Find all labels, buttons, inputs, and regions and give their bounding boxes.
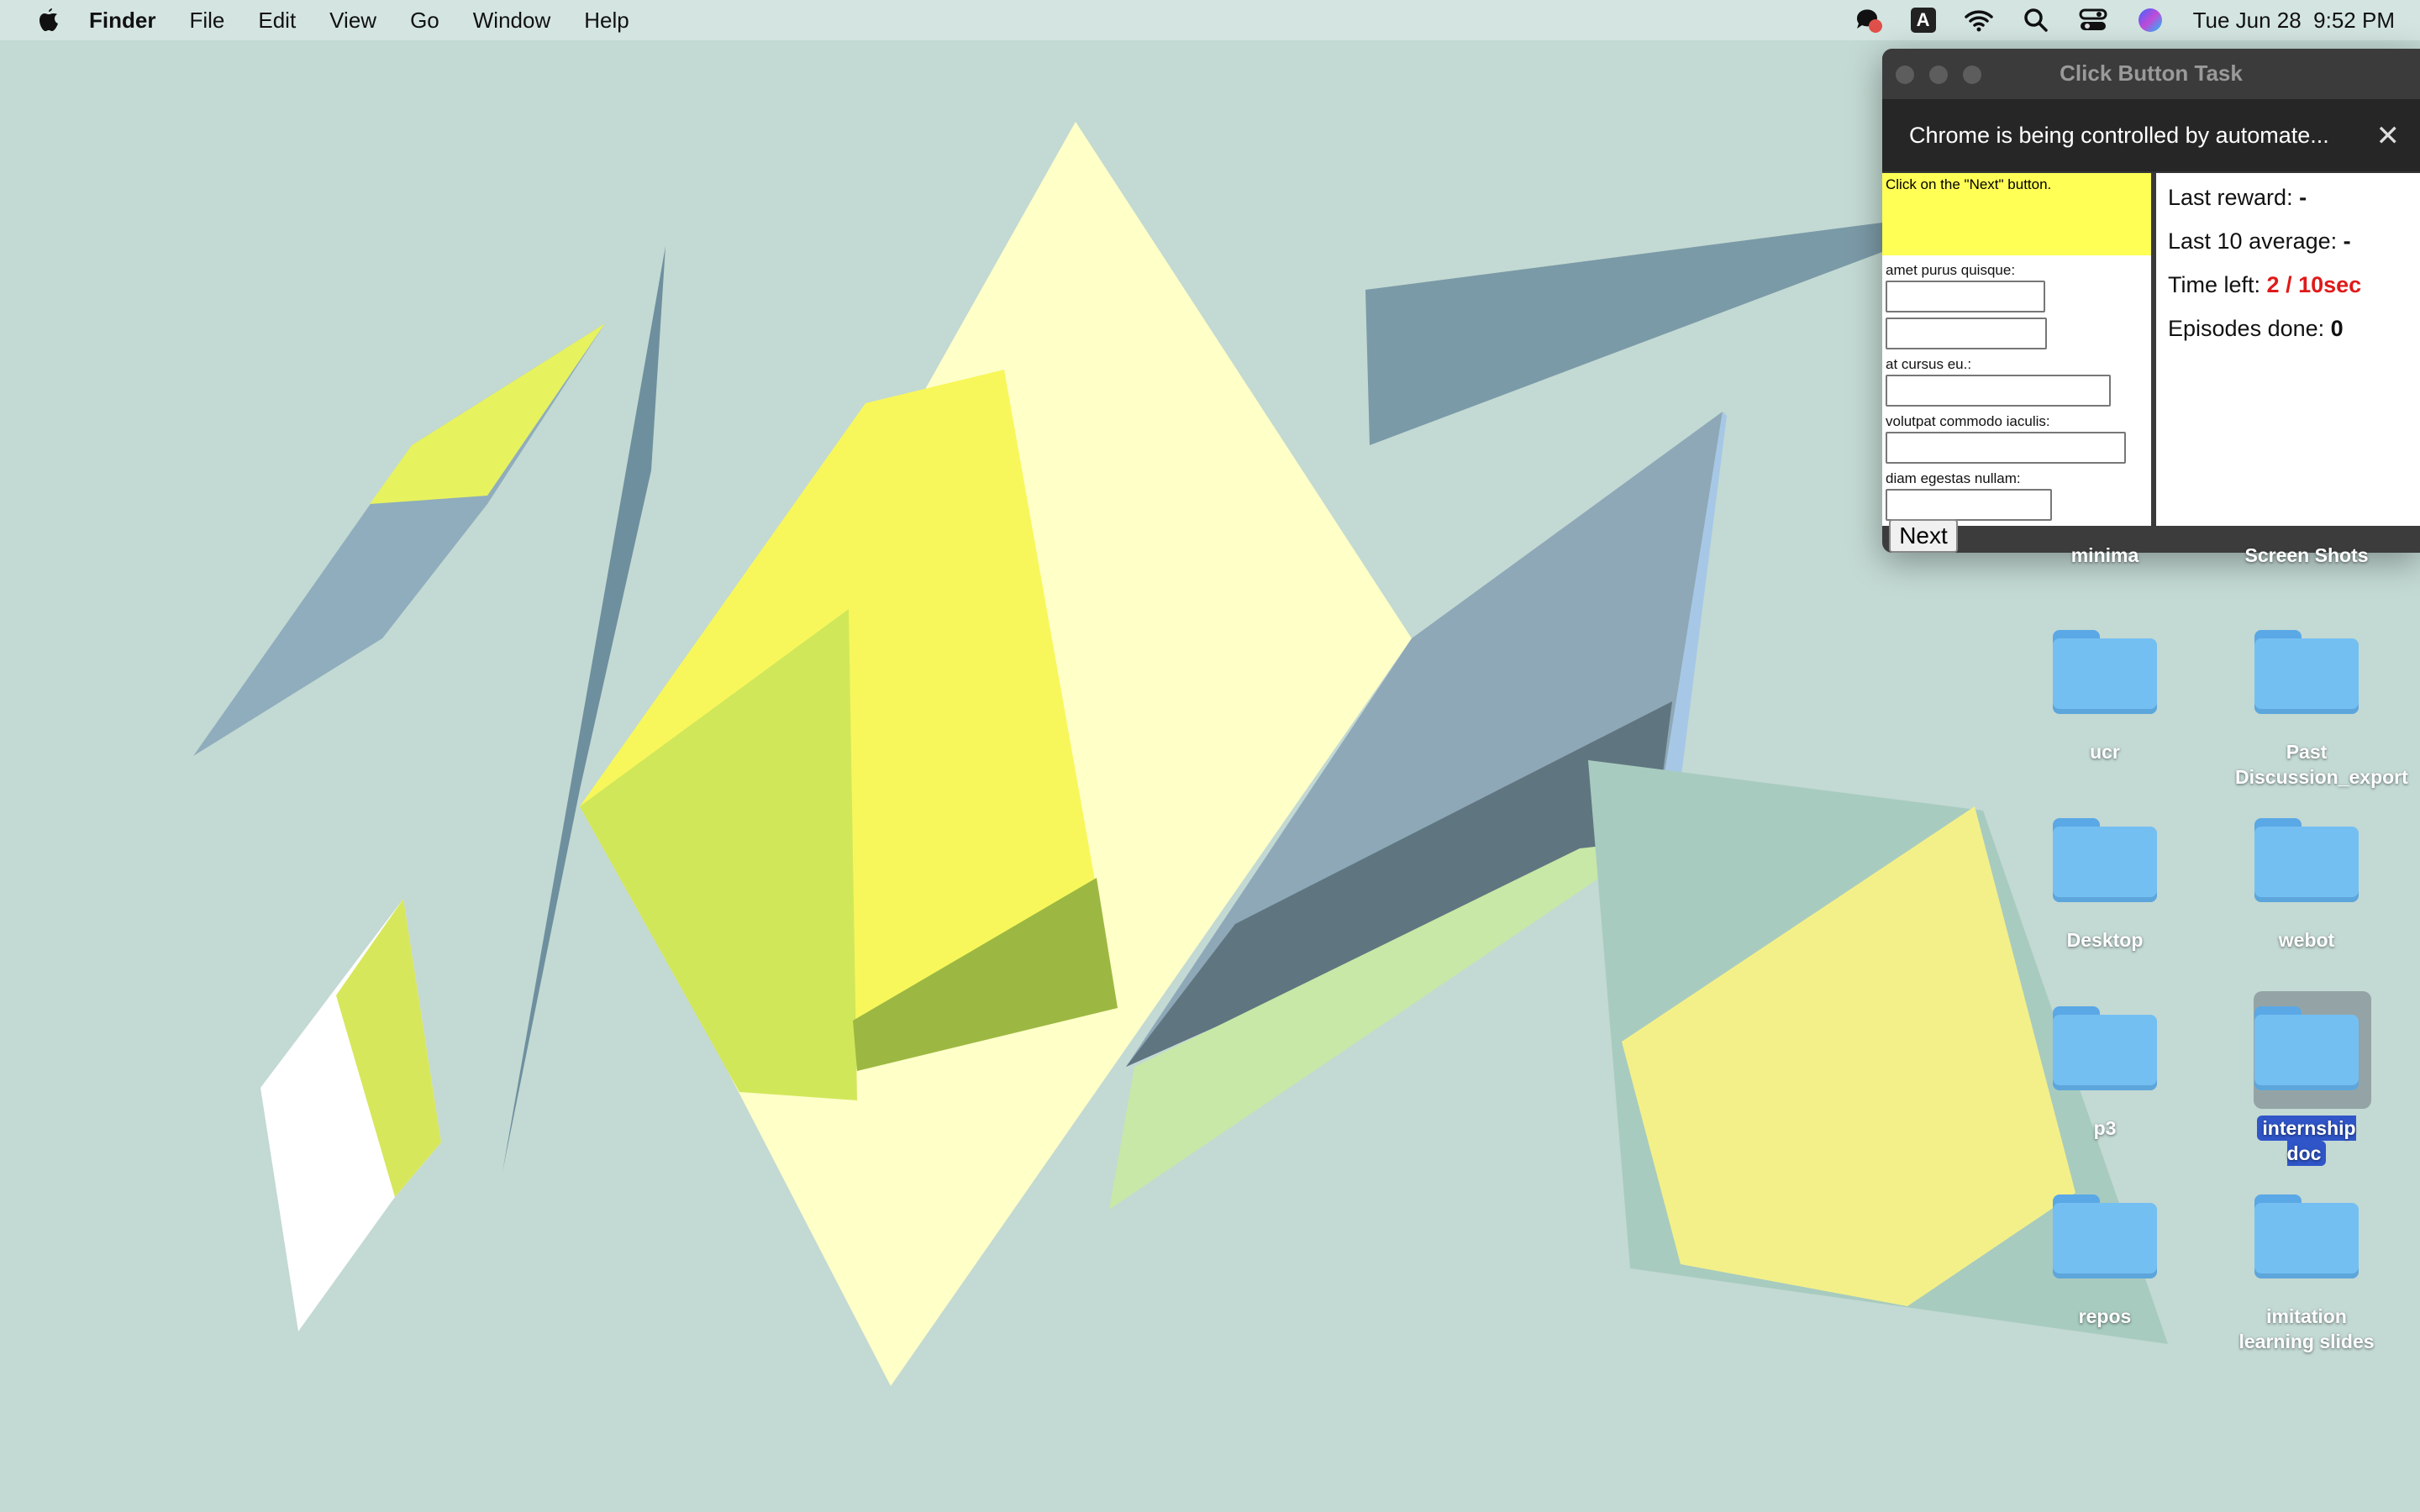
- desktop-folder[interactable]: repos: [2033, 1194, 2176, 1329]
- next-button[interactable]: Next: [1889, 519, 1958, 553]
- status-area: A Tue Jun 28 9:52 PM: [1825, 0, 2395, 40]
- folder-icon: [2254, 1194, 2359, 1278]
- task-panel: Click on the "Next" button. amet purus q…: [1882, 173, 2156, 526]
- input-source-icon[interactable]: A: [1910, 8, 1936, 33]
- folder-icon: [2053, 630, 2157, 714]
- folder-icon: [2254, 818, 2359, 902]
- text-field-5[interactable]: [1886, 489, 2052, 521]
- last-reward-value: -: [2299, 185, 2307, 210]
- close-icon[interactable]: ✕: [2376, 119, 2401, 153]
- menu-view[interactable]: View: [329, 8, 376, 34]
- desktop-folder[interactable]: Past Discussion_export: [2235, 630, 2408, 790]
- menu-window[interactable]: Window: [473, 8, 550, 34]
- desktop-folder[interactable]: p3: [2033, 1006, 2176, 1141]
- automation-infobar: Chrome is being controlled by automate..…: [1882, 99, 2420, 171]
- desktop-icon-partial[interactable]: Screen Shots: [2235, 543, 2378, 568]
- desktop-icon-partial[interactable]: minima: [2033, 543, 2176, 568]
- notification-icon[interactable]: [1854, 6, 1882, 34]
- text-field-3[interactable]: [1886, 375, 2111, 407]
- apple-logo-icon[interactable]: [37, 7, 60, 34]
- spotlight-search-icon[interactable]: [2022, 6, 2050, 34]
- time-left-label: Time left:: [2168, 272, 2261, 297]
- window-title: Click Button Task: [2060, 60, 2243, 86]
- folder-label: internship doc: [2235, 1116, 2378, 1166]
- page-content: Click on the "Next" button. amet purus q…: [1882, 173, 2420, 553]
- text-field-4[interactable]: [1886, 432, 2126, 464]
- text-field-2[interactable]: [1886, 318, 2047, 349]
- desktop-folder[interactable]: ucr: [2033, 630, 2176, 764]
- field-label: amet purus quisque:: [1886, 262, 2016, 278]
- control-center-icon[interactable]: [2079, 6, 2107, 34]
- desktop-folder[interactable]: Desktop: [2033, 818, 2176, 953]
- folder-icon: [2254, 1006, 2359, 1090]
- desktop-folder[interactable]: imitation learning slides: [2235, 1194, 2378, 1354]
- wifi-icon[interactable]: [1964, 6, 1993, 34]
- selected-folder-label: internship doc: [2257, 1116, 2356, 1166]
- desktop-icon-label: minima: [2070, 544, 2139, 566]
- folder-icon: [2254, 630, 2359, 714]
- episodes-value: 0: [2330, 316, 2344, 341]
- folder-label: repos: [2078, 1305, 2132, 1327]
- episodes-label: Episodes done:: [2168, 316, 2325, 341]
- time-left-value: 2 / 10sec: [2266, 272, 2362, 297]
- task-instruction: Click on the "Next" button.: [1882, 173, 2151, 255]
- menu-edit[interactable]: Edit: [258, 8, 296, 34]
- folder-label: webot: [2278, 929, 2335, 951]
- field-label: volutpat commodo iaculis:: [1886, 413, 2050, 429]
- folder-label: p3: [2093, 1117, 2117, 1139]
- folder-label: imitation learning slides: [2238, 1305, 2375, 1352]
- folder-icon: [2053, 1194, 2157, 1278]
- menu-help[interactable]: Help: [584, 8, 629, 34]
- menubar-clock[interactable]: Tue Jun 28 9:52 PM: [2193, 8, 2395, 34]
- text-field-1[interactable]: [1886, 281, 2045, 312]
- menu-go[interactable]: Go: [410, 8, 439, 34]
- field-label: diam egestas nullam:: [1886, 470, 2021, 486]
- chrome-window: Click Button Task Chrome is being contro…: [1882, 49, 2420, 553]
- instruction-text: Click on the "Next" button.: [1886, 176, 2052, 192]
- folder-label: ucr: [2090, 741, 2120, 763]
- folder-icon: [2053, 818, 2157, 902]
- window-titlebar[interactable]: Click Button Task: [1882, 49, 2420, 99]
- desktop-icon-label: Screen Shots: [2244, 544, 2369, 566]
- reward-stats: Last reward: - Last 10 average: - Time l…: [2168, 185, 2361, 360]
- folder-icon: [2053, 1006, 2157, 1090]
- last10-value: -: [2343, 228, 2351, 254]
- menu-bar: Finder File Edit View Go Window Help A T…: [0, 0, 2420, 40]
- menu-file[interactable]: File: [189, 8, 224, 34]
- folder-label: Desktop: [2066, 929, 2144, 951]
- menu-finder[interactable]: Finder: [89, 8, 155, 34]
- last10-label: Last 10 average:: [2168, 228, 2338, 254]
- siri-icon[interactable]: [2136, 6, 2165, 34]
- folder-label: Past Discussion_export: [2235, 741, 2408, 788]
- infobar-text: Chrome is being controlled by automate..…: [1909, 122, 2329, 148]
- desktop-folder[interactable]: webot: [2235, 818, 2378, 953]
- field-label: at cursus eu.:: [1886, 356, 1972, 372]
- last-reward-label: Last reward:: [2168, 185, 2293, 210]
- desktop-folder-selected[interactable]: internship doc: [2235, 991, 2378, 1166]
